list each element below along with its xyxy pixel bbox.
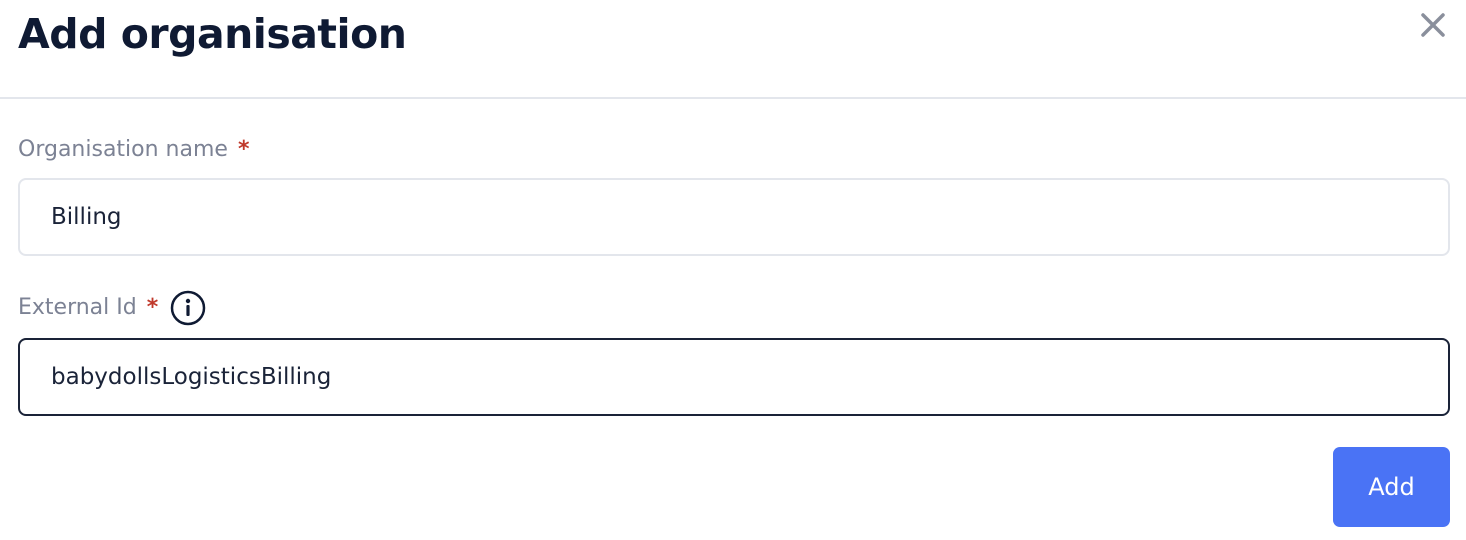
external-id-input[interactable]	[18, 338, 1450, 416]
dialog-title: Add organisation	[18, 10, 407, 58]
external-id-label-text: External Id	[18, 295, 137, 320]
organisation-name-label: Organisation name *	[18, 135, 249, 165]
add-button[interactable]: Add	[1333, 447, 1450, 527]
dialog-header: Add organisation	[0, 0, 1466, 99]
external-id-label: External Id *	[18, 290, 206, 326]
required-marker: *	[237, 137, 250, 162]
organisation-name-label-text: Organisation name	[18, 137, 228, 162]
close-icon	[1421, 13, 1445, 37]
add-organisation-dialog: Add organisation Organisation name * Ext…	[0, 0, 1466, 540]
close-button[interactable]	[1414, 6, 1452, 44]
info-icon[interactable]	[170, 290, 206, 326]
required-marker: *	[146, 295, 159, 320]
organisation-name-input[interactable]	[18, 178, 1450, 256]
